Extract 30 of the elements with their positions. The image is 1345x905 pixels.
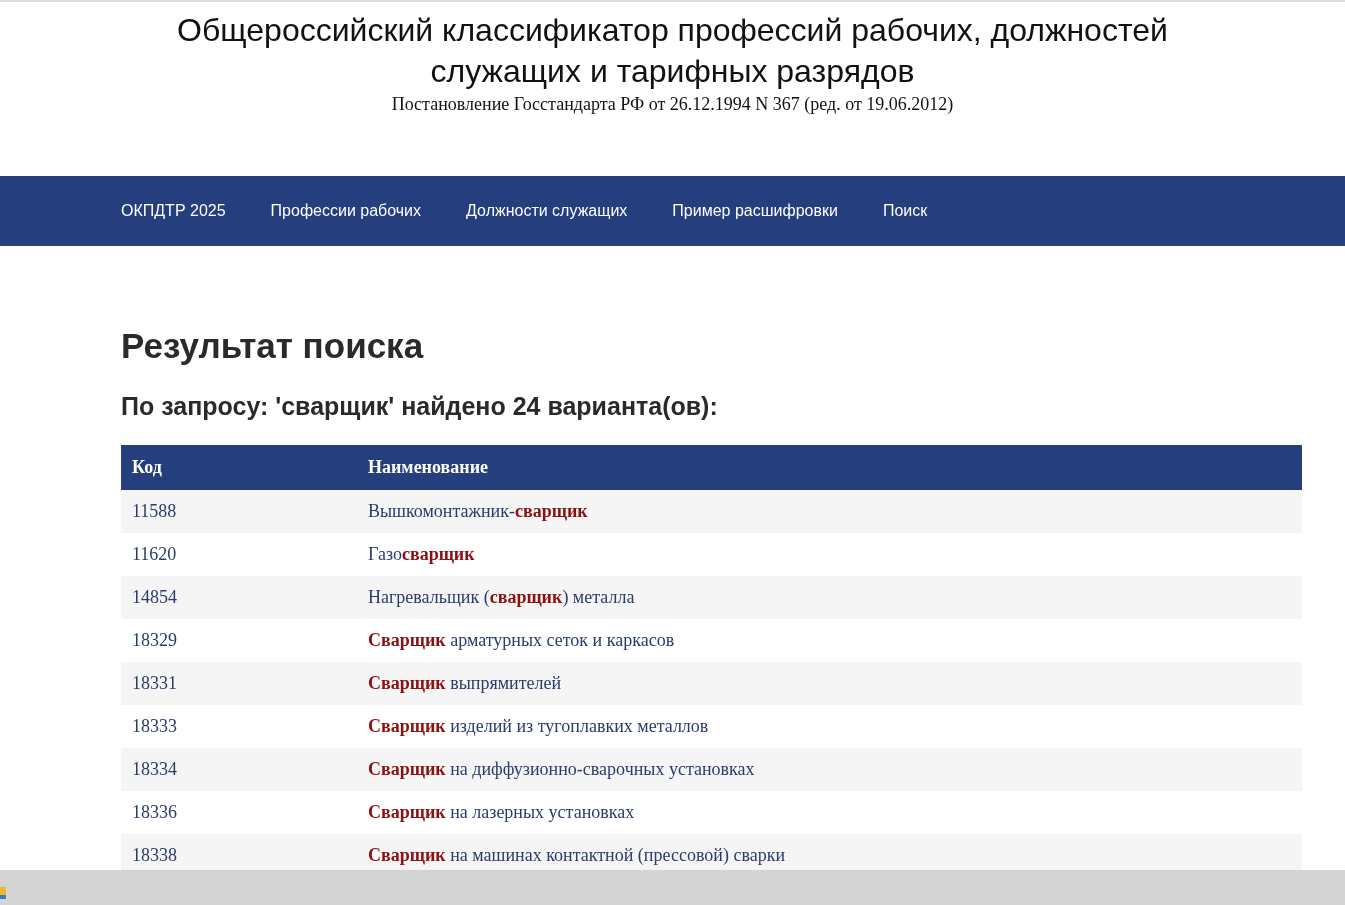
name-cell: Вышкомонтажник-сварщик bbox=[357, 490, 1302, 533]
name-cell: Сварщик изделий из тугоплавких металлов bbox=[357, 705, 1302, 748]
nav-link[interactable]: Должности служащих bbox=[466, 202, 628, 220]
square-icon bbox=[0, 886, 6, 899]
name-cell: Сварщик на диффузионно-сварочных установках bbox=[357, 748, 1302, 791]
code-cell: 11620 bbox=[121, 533, 357, 576]
name-cell: Нагревальщик (сварщик) металла bbox=[357, 576, 1302, 619]
name-cell: Сварщик на машинах контактной (прессовой) сварки bbox=[357, 834, 1302, 870]
page-heading: Результат поиска bbox=[121, 326, 425, 366]
result-summary: По запросу: 'сварщик' найдено 24 варианта(ов): bbox=[121, 392, 719, 421]
nav-link[interactable]: Профессии рабочих bbox=[270, 202, 422, 220]
code-cell: 18336 bbox=[121, 791, 357, 834]
code-cell: 18331 bbox=[121, 662, 357, 705]
name-cell: Сварщик выпрямителей bbox=[357, 662, 1302, 705]
column-header: Наименование bbox=[357, 445, 1302, 490]
site-title: Общероссийский классификатор профессий рабочих, должностей служащих и тарифных разрядов bbox=[176, 11, 1169, 91]
name-cell: Сварщик на лазерных установках bbox=[357, 791, 1302, 834]
column-header: Код bbox=[121, 445, 357, 490]
name-cell: Сварщик арматурных сеток и каркасов bbox=[357, 619, 1302, 662]
code-cell: 11588 bbox=[121, 490, 357, 533]
site-subtitle: Постановление Госстандарта РФ от 26.12.1994 N 367 (ред. от 19.06.2012) bbox=[390, 94, 955, 115]
code-cell: 18338 bbox=[121, 834, 357, 870]
code-cell: 14854 bbox=[121, 576, 357, 619]
nav-link[interactable]: ОКПДТР 2025 bbox=[121, 202, 226, 220]
nav-link[interactable]: Поиск bbox=[882, 202, 928, 220]
code-cell: 18334 bbox=[121, 748, 357, 791]
code-cell: 18333 bbox=[121, 705, 357, 748]
name-cell: Газосварщик bbox=[357, 533, 1302, 576]
code-cell: 18329 bbox=[121, 619, 357, 662]
nav-link[interactable]: Пример расшифровки bbox=[672, 202, 838, 220]
